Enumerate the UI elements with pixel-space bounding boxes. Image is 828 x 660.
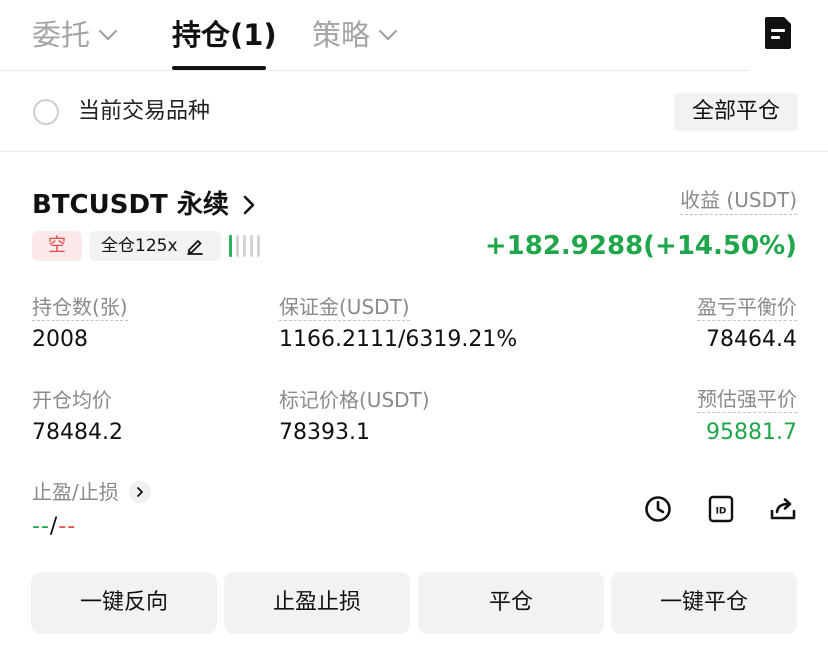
tab-positions-label: 持仓(1) [172, 18, 277, 52]
id-card-icon[interactable]: ID [706, 494, 736, 524]
pnl-value: +182.9288(+14.50%) [484, 231, 797, 261]
risk-bar [236, 235, 239, 257]
position-tabs: 委托 持仓(1) 策略 [0, 0, 828, 72]
margin-mode-label: 全仓125x [101, 236, 178, 256]
entry-price-label: 开仓均价 [32, 388, 112, 412]
position-symbol[interactable]: BTCUSDT 永续 [32, 186, 255, 224]
liquidation-price-label[interactable]: 预估强平价 [697, 386, 797, 413]
risk-level-bars [229, 235, 260, 257]
tpsl-button[interactable]: 止盈止损 [224, 572, 410, 634]
mark-price-label: 标记价格(USDT) [279, 388, 430, 412]
current-symbol-radio[interactable] [33, 99, 59, 125]
pnl-label[interactable]: 收益 (USDT) [680, 186, 797, 215]
entry-price-value: 78484.2 [32, 420, 123, 445]
margin-mode-badge[interactable]: 全仓125x [89, 231, 221, 261]
reverse-position-button[interactable]: 一键反向 [31, 572, 217, 634]
side-badge: 空 [32, 231, 82, 261]
symbol-name: BTCUSDT 永续 [32, 190, 229, 220]
tab-strategies[interactable]: 策略 [312, 14, 398, 56]
margin-value: 1166.2111/6319.21% [279, 327, 518, 352]
take-profit-value: -- [32, 514, 50, 539]
document-icon[interactable] [764, 16, 792, 50]
filter-row: 当前交易品种 全部平仓 [0, 72, 828, 152]
breakeven-label[interactable]: 盈亏平衡价 [697, 294, 797, 321]
tab-orders[interactable]: 委托 [32, 14, 118, 56]
breakeven-value: 78464.4 [706, 327, 797, 352]
stop-loss-value: -- [58, 514, 77, 539]
chevron-right-icon [243, 195, 255, 215]
tpsl-label: 止盈/止损 [32, 480, 119, 504]
pencil-icon [186, 237, 204, 255]
size-label[interactable]: 持仓数(张) [32, 294, 128, 321]
clock-icon[interactable] [643, 494, 673, 524]
size-value: 2008 [32, 327, 88, 352]
current-symbol-label: 当前交易品种 [78, 99, 211, 124]
tab-strategies-label: 策略 [312, 18, 371, 52]
tab-orders-label: 委托 [32, 18, 91, 52]
tpsl-entry[interactable]: 止盈/止损 [32, 478, 151, 506]
risk-bar [257, 235, 260, 257]
mark-price-value: 78393.1 [279, 420, 370, 445]
one-click-close-button[interactable]: 一键平仓 [611, 572, 797, 634]
svg-text:ID: ID [716, 507, 727, 517]
chevron-down-icon [98, 29, 118, 41]
risk-bar [229, 235, 232, 257]
margin-label[interactable]: 保证金(USDT) [279, 294, 410, 321]
close-all-button[interactable]: 全部平仓 [674, 93, 798, 131]
tabs-divider [0, 70, 750, 71]
risk-bar [243, 235, 246, 257]
tab-positions[interactable]: 持仓(1) [172, 14, 277, 56]
chevron-down-icon [378, 29, 398, 41]
close-position-button[interactable]: 平仓 [418, 572, 604, 634]
liquidation-price-value: 95881.7 [706, 420, 797, 445]
chevron-right-icon [128, 481, 151, 503]
risk-bar [250, 235, 253, 257]
share-icon[interactable] [768, 494, 798, 524]
tpsl-value: --/-- [32, 512, 76, 542]
